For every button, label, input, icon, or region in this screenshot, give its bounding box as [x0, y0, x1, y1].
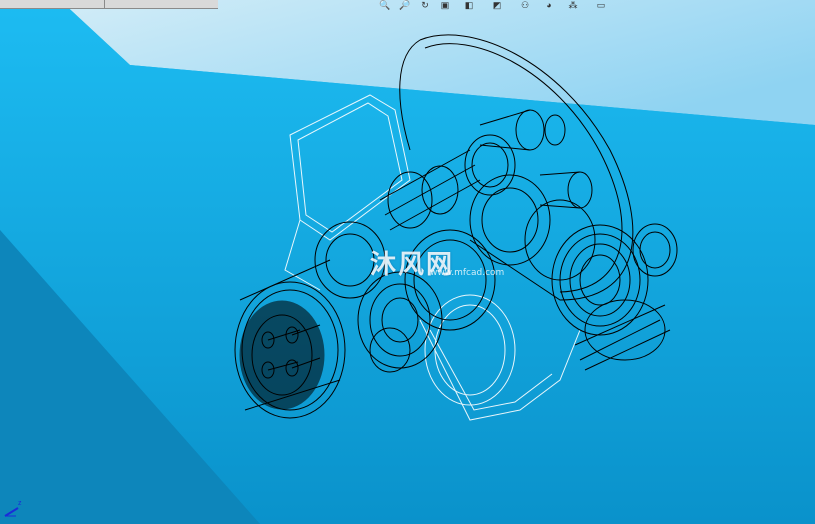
gear-cluster-right	[524, 199, 678, 371]
clutch-drum	[234, 259, 346, 419]
watermark-url: www.mfcad.com	[430, 268, 505, 278]
triad-axis-label: z	[18, 500, 22, 507]
graphics-viewport[interactable]: 🔍 🔎 ↻ ▣ ◧ ◩ ⚇ ◕ ⁂ ▭ 沐风网 www.mfcad.com z	[0, 0, 815, 524]
coordinate-triad-icon: z	[4, 500, 22, 517]
camshaft-cylinders	[379, 109, 593, 231]
